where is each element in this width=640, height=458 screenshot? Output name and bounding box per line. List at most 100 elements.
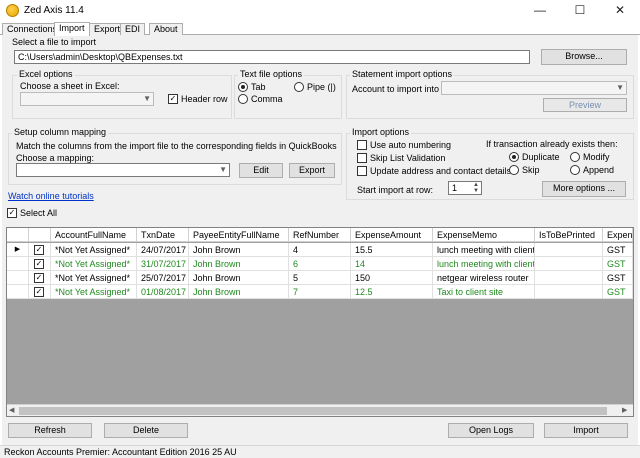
- open-logs-button[interactable]: Open Logs: [448, 423, 534, 438]
- import-data-grid[interactable]: AccountFullName TxnDate PayeeEntityFullN…: [6, 227, 634, 417]
- cell-refnumber[interactable]: 7: [289, 285, 351, 299]
- text-file-options-title: Text file options: [238, 69, 305, 79]
- account-select[interactable]: ▼: [441, 81, 627, 95]
- cell-memo[interactable]: lunch meeting with client: [433, 257, 535, 271]
- auto-numbering-checkbox[interactable]: [357, 140, 367, 150]
- duplicate-radio[interactable]: [509, 152, 519, 162]
- cell-refnumber[interactable]: 5: [289, 271, 351, 285]
- edit-mapping-button[interactable]: Edit: [239, 163, 283, 178]
- cell-memo[interactable]: netgear wireless router: [433, 271, 535, 285]
- select-all-label: Select All: [20, 208, 58, 218]
- start-row-input[interactable]: 1 ▲ ▼: [448, 181, 482, 195]
- tab-about[interactable]: About: [149, 23, 183, 35]
- tab-edi[interactable]: EDI: [120, 23, 146, 35]
- row-select-checkbox[interactable]: ✓: [34, 259, 44, 269]
- cell-payee[interactable]: John Brown: [189, 285, 289, 299]
- cell-istobeprinted[interactable]: [535, 271, 603, 285]
- minimize-button[interactable]: —: [520, 0, 560, 20]
- row-check-cell: ✓: [29, 271, 51, 285]
- cell-account[interactable]: *Not Yet Assigned*: [51, 257, 137, 271]
- refresh-button[interactable]: Refresh: [8, 423, 92, 438]
- cell-payee[interactable]: John Brown: [189, 257, 289, 271]
- header-row-checkbox[interactable]: ✓: [168, 94, 178, 104]
- tab-import[interactable]: Import: [54, 22, 90, 36]
- sheet-select[interactable]: ▼: [20, 92, 154, 106]
- current-row-indicator-icon[interactable]: ▶: [7, 243, 29, 257]
- watch-tutorials-link[interactable]: Watch online tutorials: [8, 191, 94, 201]
- spinner-arrows-icon[interactable]: ▲ ▼: [473, 182, 479, 194]
- cell-refnumber[interactable]: 6: [289, 257, 351, 271]
- row-header[interactable]: [7, 285, 29, 299]
- export-mapping-button[interactable]: Export: [289, 163, 335, 178]
- maximize-button[interactable]: ☐: [560, 0, 600, 20]
- cell-amount[interactable]: 150: [351, 271, 433, 285]
- table-row[interactable]: ✓ *Not Yet Assigned* 25/07/2017 John Brown 5…: [7, 271, 633, 285]
- preview-button[interactable]: Preview: [543, 98, 627, 112]
- tab-delimiter-radio[interactable]: [238, 82, 248, 92]
- cell-expens[interactable]: GST: [603, 243, 633, 257]
- update-address-checkbox[interactable]: [357, 166, 367, 176]
- row-header[interactable]: [7, 257, 29, 271]
- scroll-left-icon[interactable]: ◀: [9, 406, 14, 414]
- cell-account[interactable]: *Not Yet Assigned*: [51, 243, 137, 257]
- browse-button[interactable]: Browse...: [541, 49, 627, 65]
- column-header-txndate[interactable]: TxnDate: [137, 228, 189, 242]
- cell-txndate[interactable]: 25/07/2017: [137, 271, 189, 285]
- cell-istobeprinted[interactable]: [535, 285, 603, 299]
- cell-refnumber[interactable]: 4: [289, 243, 351, 257]
- column-mapping-title: Setup column mapping: [12, 127, 109, 137]
- skip-radio[interactable]: [509, 165, 519, 175]
- cell-txndate[interactable]: 01/08/2017: [137, 285, 189, 299]
- skip-list-validation-label: Skip List Validation: [370, 153, 446, 163]
- import-button[interactable]: Import: [544, 423, 628, 438]
- cell-txndate[interactable]: 24/07/2017: [137, 243, 189, 257]
- cell-txndate[interactable]: 31/07/2017: [137, 257, 189, 271]
- mapping-select[interactable]: ▼: [16, 163, 230, 177]
- table-row[interactable]: ✓ *Not Yet Assigned* 01/08/2017 John Brown 7…: [7, 285, 633, 299]
- append-radio[interactable]: [570, 165, 580, 175]
- file-path-input[interactable]: C:\Users\admin\Desktop\QBExpenses.txt: [14, 50, 530, 64]
- select-all-checkbox[interactable]: ✓: [7, 208, 17, 218]
- column-header-expenseamount[interactable]: ExpenseAmount: [351, 228, 433, 242]
- cell-amount[interactable]: 14: [351, 257, 433, 271]
- column-header-refnumber[interactable]: RefNumber: [289, 228, 351, 242]
- column-header-accountfullname[interactable]: AccountFullName: [51, 228, 137, 242]
- scrollbar-thumb[interactable]: [19, 407, 607, 415]
- row-header[interactable]: [7, 271, 29, 285]
- cell-memo[interactable]: lunch meeting with client: [433, 243, 535, 257]
- column-header-istobeprinted[interactable]: IsToBePrinted: [535, 228, 603, 242]
- pipe-delimiter-radio[interactable]: [294, 82, 304, 92]
- cell-payee[interactable]: John Brown: [189, 243, 289, 257]
- cell-amount[interactable]: 12.5: [351, 285, 433, 299]
- cell-account[interactable]: *Not Yet Assigned*: [51, 285, 137, 299]
- cell-expens[interactable]: GST: [603, 285, 633, 299]
- close-button[interactable]: ✕: [600, 0, 640, 20]
- comma-delimiter-radio[interactable]: [238, 94, 248, 104]
- modify-radio[interactable]: [570, 152, 580, 162]
- cell-account[interactable]: *Not Yet Assigned*: [51, 271, 137, 285]
- status-bar: Reckon Accounts Premier: Accountant Edit…: [0, 445, 640, 458]
- column-header-payeeentityfullname[interactable]: PayeeEntityFullName: [189, 228, 289, 242]
- column-header-expensememo[interactable]: ExpenseMemo: [433, 228, 535, 242]
- scroll-right-icon[interactable]: ▶: [622, 406, 627, 414]
- skip-list-validation-checkbox[interactable]: [357, 153, 367, 163]
- row-select-checkbox[interactable]: ✓: [34, 273, 44, 283]
- cell-memo[interactable]: Taxi to client site: [433, 285, 535, 299]
- more-options-button[interactable]: More options ...: [542, 181, 626, 197]
- cell-amount[interactable]: 15.5: [351, 243, 433, 257]
- horizontal-scrollbar[interactable]: ◀ ▶: [7, 404, 633, 416]
- excel-options-title: Excel options: [17, 69, 75, 79]
- table-row[interactable]: ▶ ✓ *Not Yet Assigned* 24/07/2017 John Brown…: [7, 243, 633, 257]
- row-select-checkbox[interactable]: ✓: [34, 245, 44, 255]
- cell-istobeprinted[interactable]: [535, 243, 603, 257]
- cell-expens[interactable]: GST: [603, 257, 633, 271]
- delete-button[interactable]: Delete: [104, 423, 188, 438]
- skip-label: Skip: [522, 165, 540, 175]
- cell-payee[interactable]: John Brown: [189, 271, 289, 285]
- column-header-expens[interactable]: Expens: [603, 228, 633, 242]
- cell-expens[interactable]: GST: [603, 271, 633, 285]
- title-bar: Zed Axis 11.4 — ☐ ✕: [0, 0, 640, 22]
- row-select-checkbox[interactable]: ✓: [34, 287, 44, 297]
- table-row[interactable]: ✓ *Not Yet Assigned* 31/07/2017 John Brown 6…: [7, 257, 633, 271]
- cell-istobeprinted[interactable]: [535, 257, 603, 271]
